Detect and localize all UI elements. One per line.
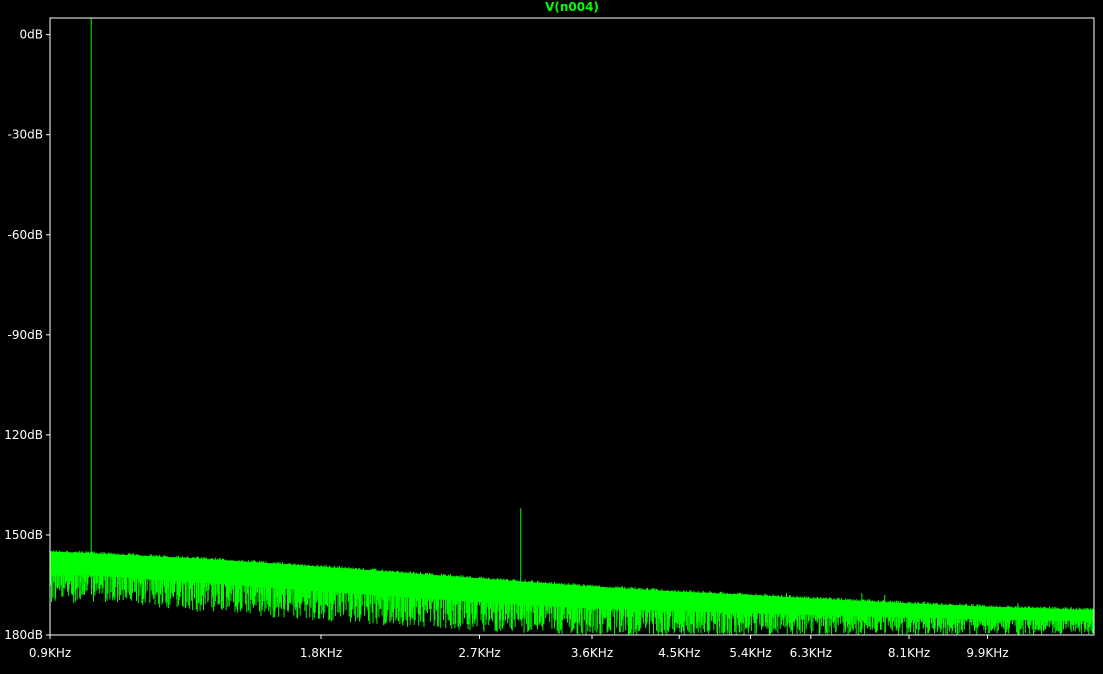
x-tick-label: 8.1KHz xyxy=(888,646,930,660)
x-tick-label: 5.4KHz xyxy=(729,646,771,660)
trace-title[interactable]: V(n004) xyxy=(545,0,599,14)
x-tick-label: 3.6KHz xyxy=(571,646,613,660)
x-tick-label: 2.7KHz xyxy=(458,646,500,660)
x-tick-label: 4.5KHz xyxy=(658,646,700,660)
y-tick-label: -60dB xyxy=(8,228,43,242)
y-tick-label: 120dB xyxy=(4,428,43,442)
x-tick-label: 0.9KHz xyxy=(29,646,71,660)
x-tick-label: 6.3KHz xyxy=(790,646,832,660)
plot-canvas: V(n004) 0dB -30dB -60dB -90dB 120dB 150dB 180d… xyxy=(0,0,1103,669)
x-tick-label: 1.8KHz xyxy=(300,646,342,660)
y-tick-label: -30dB xyxy=(8,128,43,142)
spectrum-plot: V(n004) 0dB -30dB -60dB -90dB 120dB 150dB 180d… xyxy=(0,0,1103,669)
y-tick-label: 180dB xyxy=(4,628,43,642)
y-tick-label: -90dB xyxy=(8,328,43,342)
x-tick-label: 9.9KHz xyxy=(966,646,1008,660)
y-tick-label: 150dB xyxy=(4,528,43,542)
y-tick-label: 0dB xyxy=(20,28,43,42)
